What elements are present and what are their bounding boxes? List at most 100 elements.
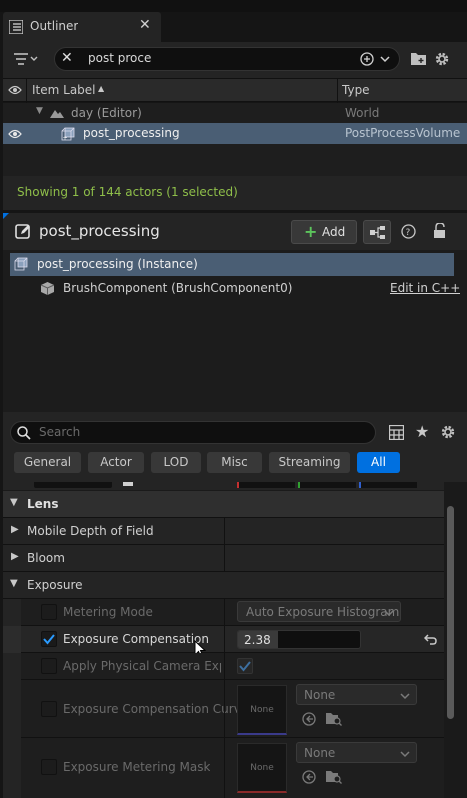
actor-edit-icon [15,223,31,239]
browse-asset-icon[interactable] [326,712,342,726]
chevron-down-icon [400,750,410,758]
property-metering-mode: Metering Mode Auto Exposure Histogram [3,599,444,626]
outliner-tab[interactable]: Outliner ✕ [3,12,161,42]
exposure-compensation-slider[interactable]: 2.38 [237,630,361,649]
details-scrollbar-thumb[interactable] [447,506,454,719]
outliner-column-header: Item Label ▲ Type [3,78,467,103]
eye-icon[interactable] [8,129,22,139]
outliner-row-post-processing[interactable]: + post_processing PostProcessVolume [3,123,467,144]
row-type: World [345,106,380,120]
section-lens[interactable]: ▼ Lens [3,491,444,518]
help-icon[interactable]: ? [401,224,416,239]
metering-mode-dropdown[interactable]: Auto Exposure Histogram [237,601,401,622]
expand-arrow-icon: ▶ [11,551,19,562]
browse-asset-icon[interactable] [326,770,342,784]
asset-picker-dropdown[interactable]: None [296,742,417,763]
filter-tab-label: All [371,455,386,469]
chevron-down-icon [400,692,410,700]
details-settings-gear-icon[interactable] [440,424,456,440]
sort-ascending-icon: ▲ [98,84,105,93]
category-label: Exposure [27,578,83,592]
override-checkbox[interactable] [41,701,57,717]
column-item-label[interactable]: Item Label [32,83,96,97]
new-folder-icon[interactable] [411,52,426,65]
property-apply-physical-camera: Apply Physical Camera Expos... [3,653,444,680]
category-bloom[interactable]: ▶ Bloom [3,545,444,572]
chevron-down-icon[interactable] [380,55,390,63]
category-mobile-dof[interactable]: ▶ Mobile Depth of Field [3,518,444,545]
indent-bar [3,653,21,680]
override-checkbox[interactable] [41,658,57,674]
filter-icon[interactable] [14,52,40,66]
details-search-placeholder: Search [39,425,81,439]
asset-picker-dropdown[interactable]: None [296,684,417,705]
expand-arrow-icon[interactable]: ▼ [36,106,43,116]
column-divider [224,545,225,572]
apply-physical-checkbox[interactable] [237,658,253,674]
lock-icon[interactable] [433,223,447,239]
use-selected-asset-icon[interactable] [302,770,316,784]
property-exposure-metering-mask: Exposure Metering Mask None None [3,738,444,798]
edit-in-cpp-link[interactable]: Edit in C++ [390,281,460,295]
asset-thumbnail[interactable]: None [237,685,287,735]
asset-thumbnail[interactable]: None [237,743,287,793]
chevron-down-icon [384,609,394,617]
category-exposure[interactable]: ▼ Exposure [3,572,444,599]
table-view-icon[interactable] [389,425,404,440]
filter-tab-label: General [23,455,72,469]
column-divider [224,518,225,545]
add-circle-icon[interactable] [360,52,374,66]
filter-tab-label: Actor [100,455,132,469]
filter-tab-all[interactable]: All [357,452,400,473]
close-icon[interactable]: ✕ [139,17,151,33]
collapse-arrow-icon: ▼ [10,578,18,589]
outliner-search-box[interactable]: ✕ post proce [54,47,400,71]
filter-tab-streaming[interactable]: Streaming [269,452,350,473]
override-checkbox[interactable] [41,759,57,775]
cube-icon [40,281,55,296]
property-label: Apply Physical Camera Expos... [63,659,221,673]
collapse-arrow-icon: ▼ [10,497,18,508]
blueprint-button[interactable] [363,220,391,244]
post-process-volume-icon [14,257,29,271]
indent-bar [3,680,21,738]
property-label: Exposure Metering Mask [63,760,211,774]
dropdown-value: None [304,746,336,760]
outliner-row-world[interactable]: ▼ day (Editor) World [3,103,467,123]
use-selected-asset-icon[interactable] [302,712,316,726]
filter-tab-general[interactable]: General [14,452,81,473]
details-search-box[interactable]: Search [10,421,376,444]
actor-count-status: Showing 1 of 144 actors (1 selected) [17,185,238,199]
column-divider [224,680,225,738]
override-checkbox-checked[interactable] [41,631,57,647]
filter-tab-label: LOD [163,455,189,469]
partial-field [359,482,417,488]
filter-tab-misc[interactable]: Misc [207,452,262,473]
details-header: post_processing + Add ? [3,213,467,250]
component-brush-row[interactable]: BrushComponent (BrushComponent0) Edit in… [10,277,460,300]
gear-icon[interactable] [434,51,450,67]
indent-bar [3,599,21,626]
slider-value: 2.38 [244,633,271,647]
add-button-label: Add [322,225,346,239]
eye-icon[interactable] [8,85,22,95]
partial-scrolled-row [3,482,444,490]
filter-tab-label: Streaming [278,455,341,469]
plus-icon: + [304,222,318,241]
add-component-button[interactable]: + Add [291,220,357,244]
component-instance-row[interactable]: post_processing (Instance) [10,253,454,276]
outliner-search-input[interactable]: post proce [88,51,151,65]
column-divider [337,79,338,103]
search-icon [17,426,31,440]
filter-tab-lod[interactable]: LOD [151,452,201,473]
property-label: Metering Mode [63,605,153,619]
override-checkbox[interactable] [41,604,57,620]
property-label: Exposure Compensation [63,632,209,646]
column-type[interactable]: Type [342,83,370,97]
property-label: Exposure Compensation Curve [63,702,249,716]
filter-tab-actor[interactable]: Actor [88,452,144,473]
reset-to-default-icon[interactable] [424,634,437,645]
clear-search-icon[interactable]: ✕ [61,50,73,66]
outliner-status-bar: Showing 1 of 144 actors (1 selected) [3,176,467,210]
favorites-star-icon[interactable]: ★ [415,422,429,441]
